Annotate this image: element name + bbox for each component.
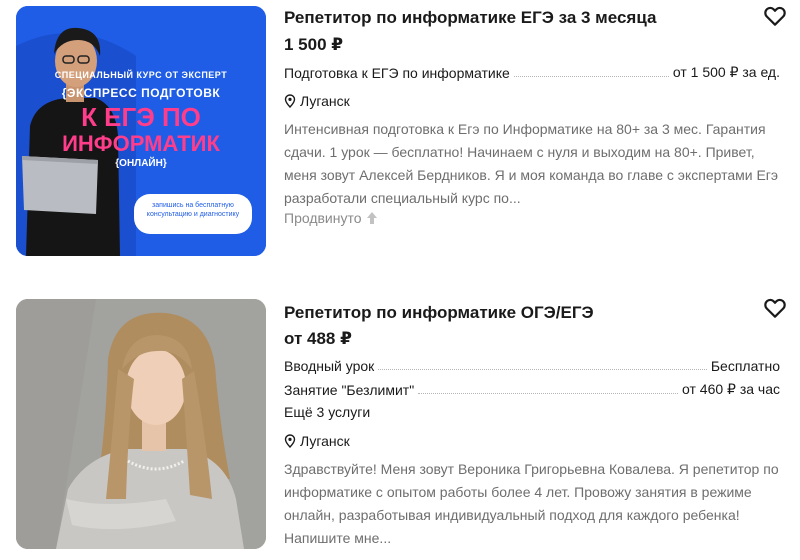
dotted-leader	[513, 76, 669, 77]
tutor-photo-illustration	[16, 299, 266, 549]
service-name: Занятие "Безлимит"	[284, 382, 415, 398]
dotted-leader	[418, 393, 678, 394]
image-caption-line: {ЭКСПРЕСС ПОДГОТОВК	[61, 86, 221, 100]
service-price: Бесплатно	[710, 358, 780, 374]
promoted-text: Продвинуто	[284, 210, 362, 226]
listing-card[interactable]: Репетитор по информатике ОГЭ/ЕГЭ от 488 …	[0, 294, 800, 560]
image-headline: К ЕГЭ ПО	[81, 102, 201, 132]
service-row: Вводный урок Бесплатно	[284, 358, 780, 374]
listing-card[interactable]: СПЕЦИАЛЬНЫЙ КУРС ОТ ЭКСПЕРТ {ЭКСПРЕСС ПО…	[0, 0, 800, 270]
heart-outline-icon[interactable]	[762, 3, 788, 29]
location-text: Луганск	[300, 93, 350, 109]
listing-title[interactable]: Репетитор по информатике ОГЭ/ЕГЭ	[284, 303, 594, 323]
location: Луганск	[284, 433, 350, 449]
heart-outline-icon[interactable]	[762, 295, 788, 321]
dotted-leader	[378, 369, 707, 370]
image-caption-line: СПЕЦИАЛЬНЫЙ КУРС ОТ ЭКСПЕРТ	[54, 70, 228, 80]
listing-photo[interactable]: СПЕЦИАЛЬНЫЙ КУРС ОТ ЭКСПЕРТ {ЭКСПРЕСС ПО…	[16, 6, 266, 256]
arrow-up-icon	[366, 212, 377, 224]
service-price: от 460 ₽ за час	[682, 381, 780, 397]
promoted-badge: Продвинуто	[284, 210, 378, 226]
location-pin-icon	[284, 434, 296, 448]
location: Луганск	[284, 93, 350, 109]
location-text: Луганск	[300, 433, 350, 449]
service-row: Подготовка к ЕГЭ по информатике от 1 500…	[284, 64, 780, 81]
image-caption-line: {ОНЛАЙН}	[115, 158, 167, 169]
listing-price: от 488 ₽	[284, 329, 352, 348]
service-price: от 1 500 ₽ за ед.	[672, 64, 780, 80]
service-row: Занятие "Безлимит" от 460 ₽ за час	[284, 381, 780, 398]
location-pin-icon	[284, 94, 296, 108]
listing-title[interactable]: Репетитор по информатике ЕГЭ за 3 месяца	[284, 8, 656, 28]
more-services-link[interactable]: Ещё 3 услуги	[284, 404, 370, 420]
image-headline: ИНФОРМАТИК	[62, 131, 220, 156]
service-name: Подготовка к ЕГЭ по информатике	[284, 65, 510, 81]
listing-photo[interactable]	[16, 299, 266, 549]
listing-description: Интенсивная подготовка к Егэ по Информат…	[284, 121, 779, 206]
listing-price: 1 500 ₽	[284, 35, 344, 54]
image-cta-badge: запишись на бесплатную консультацию и ди…	[134, 194, 252, 234]
service-name: Вводный урок	[284, 358, 375, 374]
listing-description: Здравствуйте! Меня зовут Вероника Григор…	[284, 461, 779, 546]
